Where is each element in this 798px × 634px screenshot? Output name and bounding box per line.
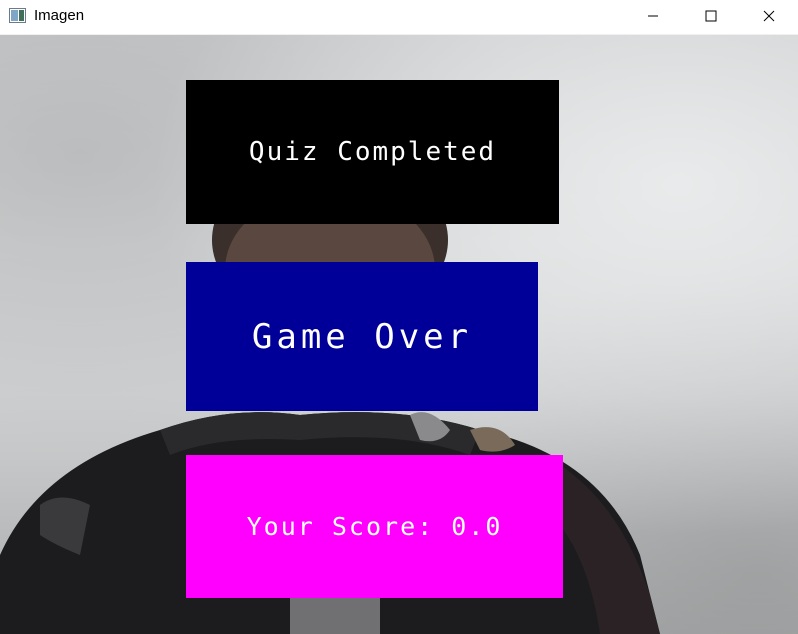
maximize-button[interactable]: [682, 0, 740, 33]
game-over-panel: Game Over: [186, 262, 538, 411]
quiz-completed-label: Quiz Completed: [248, 137, 497, 167]
minimize-button[interactable]: [624, 0, 682, 33]
close-icon: [763, 7, 775, 26]
close-button[interactable]: [740, 0, 798, 33]
game-over-label: Game Over: [251, 316, 473, 357]
minimize-icon: [647, 7, 659, 26]
window-title: Imagen: [34, 7, 85, 24]
score-panel: Your Score: 0.0: [186, 455, 563, 598]
score-label: Your Score: 0.0: [246, 512, 503, 541]
camera-frame: Quiz Completed Game Over Your Score: 0.0: [0, 35, 798, 634]
title-bar[interactable]: Imagen: [0, 0, 798, 35]
maximize-icon: [705, 7, 717, 26]
app-window: Imagen Quiz Completed Game Over Your Sco…: [0, 0, 798, 634]
app-window-icon: [9, 8, 26, 23]
quiz-completed-panel: Quiz Completed: [186, 80, 559, 224]
